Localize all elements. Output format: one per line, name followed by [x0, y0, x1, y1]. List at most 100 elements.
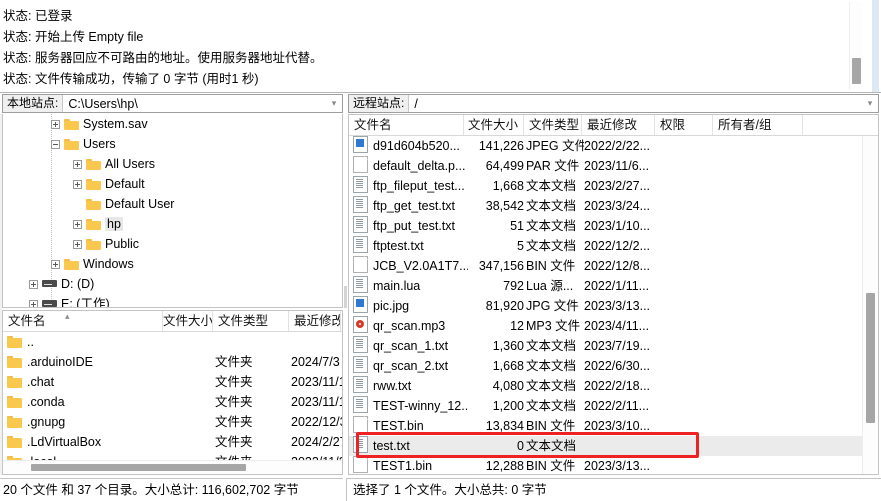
tree-node-d-d[interactable]: D: (D) — [3, 274, 342, 294]
remote-col-owner[interactable]: 所有者/组 — [713, 115, 803, 135]
tree-node-public[interactable]: Public — [3, 234, 342, 254]
chevron-down-icon[interactable]: ▾ — [862, 95, 878, 112]
remote-col-perms[interactable]: 权限 — [655, 115, 713, 135]
table-row[interactable]: JCB_V2.0A1T7.... 347,156 BIN 文件 2022/12/8..… — [349, 256, 878, 276]
local-file-list[interactable]: 文件名 ▴ 文件大小 文件类型 最近修改 .. .arduinoIDE 文件夹 202… — [2, 310, 343, 475]
table-row[interactable]: TEST1.bin 12,288 BIN 文件 2023/3/13... — [349, 456, 878, 474]
drive-icon — [42, 298, 57, 307]
table-row[interactable]: .conda 文件夹 2023/11/1 — [3, 392, 342, 412]
remote-site-path[interactable]: / — [409, 97, 862, 111]
remote-file-list[interactable]: 文件名 ▴ 文件大小 文件类型 最近修改 权限 所有者/组 d91d604b52… — [348, 114, 879, 475]
cell-filename: qr_scan.mp3 — [349, 316, 468, 336]
expand-plus-icon[interactable] — [73, 160, 82, 170]
table-row[interactable]: pic.jpg 81,920 JPG 文件 2023/3/13... — [349, 296, 878, 316]
cell-modified: 2023/7/19... — [584, 339, 651, 353]
table-row[interactable]: default_delta.p... 64,499 PAR 文件 2023/11/6.… — [349, 156, 878, 176]
tree-node-hp[interactable]: hp — [3, 214, 342, 234]
table-row[interactable]: qr_scan_1.txt 1,360 文本文档 2023/7/19... — [349, 336, 878, 356]
cell-size: 1,668 — [492, 359, 524, 373]
remote-list-header[interactable]: 文件名 ▴ 文件大小 文件类型 最近修改 权限 所有者/组 — [349, 115, 878, 136]
folder-icon — [64, 258, 79, 270]
cell-type: 文件夹 — [215, 435, 253, 449]
cell-size: 347,156 — [478, 259, 524, 273]
chevron-down-icon[interactable]: ▾ — [326, 95, 342, 112]
table-row[interactable]: TEST-winny_12... 1,200 文本文档 2022/2/11... — [349, 396, 878, 416]
local-col-type[interactable]: 文件类型 — [213, 311, 289, 331]
remote-col-modified[interactable]: 最近修改 — [582, 115, 655, 135]
tree-node-users[interactable]: Users — [3, 134, 342, 154]
tree-node-all-users[interactable]: All Users — [3, 154, 342, 174]
table-row[interactable]: rww.txt 4,080 文本文档 2022/2/18... — [349, 376, 878, 396]
table-row[interactable]: ftp_fileput_test... 1,668 文本文档 2023/2/27... — [349, 176, 878, 196]
expand-plus-icon[interactable] — [51, 260, 60, 270]
cell-modified: 2024/7/3 — [291, 355, 340, 369]
local-status-bar: 20 个文件 和 37 个目录。大小总计: 116,602,702 字节 — [0, 478, 343, 501]
remote-vertical-scrollbar[interactable] — [862, 136, 878, 474]
log-panel-right-edge — [872, 0, 879, 92]
table-row[interactable]: ftp_put_test.txt 51 文本文档 2023/1/10... — [349, 216, 878, 236]
panel-splitter-handle[interactable] — [344, 286, 347, 308]
cell-modified: 2023/2/27... — [584, 179, 651, 193]
cell-filename: .chat — [3, 372, 167, 392]
table-row[interactable]: .chat 文件夹 2023/11/1 — [3, 372, 342, 392]
cell-type: Lua 源... — [526, 279, 574, 293]
table-row[interactable]: ftptest.txt 5 文本文档 2022/12/2... — [349, 236, 878, 256]
cell-size: 0 — [517, 439, 524, 453]
table-row[interactable]: TEST.bin 13,834 BIN 文件 2023/3/10... — [349, 416, 878, 436]
filename-text: qr_scan_2.txt — [373, 359, 449, 373]
filename-text: test.txt — [373, 439, 410, 453]
remote-vscrollbar-thumb[interactable] — [866, 293, 875, 423]
cell-filename: .gnupg — [3, 412, 167, 432]
cell-filename: main.lua — [349, 276, 468, 296]
audio-file-icon — [353, 316, 368, 333]
local-site-combo[interactable]: 本地站点: C:\Users\hp\ ▾ — [2, 94, 343, 113]
local-site-path[interactable]: C:\Users\hp\ — [63, 97, 326, 111]
log-vertical-scrollbar[interactable] — [849, 2, 863, 90]
table-row[interactable]: d91d604b520... 141,226 JPEG 文件 2022/2/22... — [349, 136, 878, 156]
table-row[interactable]: .arduinoIDE 文件夹 2024/7/3 — [3, 352, 342, 372]
tree-node-default[interactable]: Default — [3, 174, 342, 194]
filename-text: default_delta.p... — [373, 159, 466, 173]
expand-plus-icon[interactable] — [73, 240, 82, 250]
local-directory-tree[interactable]: System.sav Users All Users Default Default U… — [2, 114, 343, 308]
local-col-name[interactable]: 文件名 — [3, 311, 163, 331]
sort-ascending-icon: ▴ — [385, 115, 390, 125]
cell-size: 1,200 — [492, 399, 524, 413]
table-row[interactable]: test.txt 0 文本文档 — [349, 436, 878, 456]
expand-plus-icon[interactable] — [73, 180, 82, 190]
cell-type: 文本文档 — [526, 379, 577, 393]
local-col-size[interactable]: 文件大小 — [163, 311, 213, 331]
table-row[interactable]: .LdVirtualBox 文件夹 2024/2/27 — [3, 432, 342, 452]
remote-col-type[interactable]: 文件类型 — [524, 115, 582, 135]
table-row[interactable]: .gnupg 文件夹 2022/12/3 — [3, 412, 342, 432]
remote-col-size[interactable]: 文件大小 — [464, 115, 524, 135]
text-file-icon — [353, 336, 368, 353]
tree-node-e[interactable]: E: (工作) — [3, 294, 342, 307]
local-horizontal-scrollbar[interactable] — [3, 460, 342, 474]
transfer-log-panel[interactable]: 状态: 已登录 状态: 开始上传 Empty file 状态: 服务器回应不可路由的… — [0, 0, 881, 92]
table-row[interactable]: qr_scan.mp3 12 MP3 文件 2023/4/11... — [349, 316, 878, 336]
log-line: 状态: 服务器回应不可路由的地址。使用服务器地址代替。 — [3, 48, 843, 69]
table-row[interactable]: ftp_get_test.txt 38,542 文本文档 2023/3/24... — [349, 196, 878, 216]
remote-site-combo[interactable]: 远程站点: / ▾ — [348, 94, 879, 113]
table-row[interactable]: qr_scan_2.txt 1,668 文本文档 2022/6/30... — [349, 356, 878, 376]
table-row[interactable]: main.lua 792 Lua 源... 2022/1/11... — [349, 276, 878, 296]
collapse-minus-icon[interactable] — [51, 140, 60, 150]
expand-plus-icon[interactable] — [29, 300, 38, 307]
tree-node-default-user[interactable]: Default User — [3, 194, 342, 214]
tree-node-system-sav[interactable]: System.sav — [3, 114, 342, 134]
expand-plus-icon[interactable] — [73, 220, 82, 230]
expand-plus-icon[interactable] — [29, 280, 38, 290]
local-hscrollbar-thumb[interactable] — [31, 464, 246, 471]
log-scrollbar-thumb[interactable] — [852, 58, 861, 84]
table-row[interactable]: .. — [3, 332, 342, 352]
local-list-header[interactable]: 文件名 ▴ 文件大小 文件类型 最近修改 — [3, 311, 342, 332]
cell-size — [163, 352, 219, 372]
local-col-modified[interactable]: 最近修改 — [289, 311, 341, 331]
expand-plus-icon[interactable] — [51, 120, 60, 130]
remote-col-name[interactable]: 文件名 — [349, 115, 464, 135]
text-file-icon — [353, 276, 368, 293]
tree-node-windows[interactable]: Windows — [3, 254, 342, 274]
tree-node-label: Users — [83, 137, 116, 151]
text-file-icon — [353, 176, 368, 193]
